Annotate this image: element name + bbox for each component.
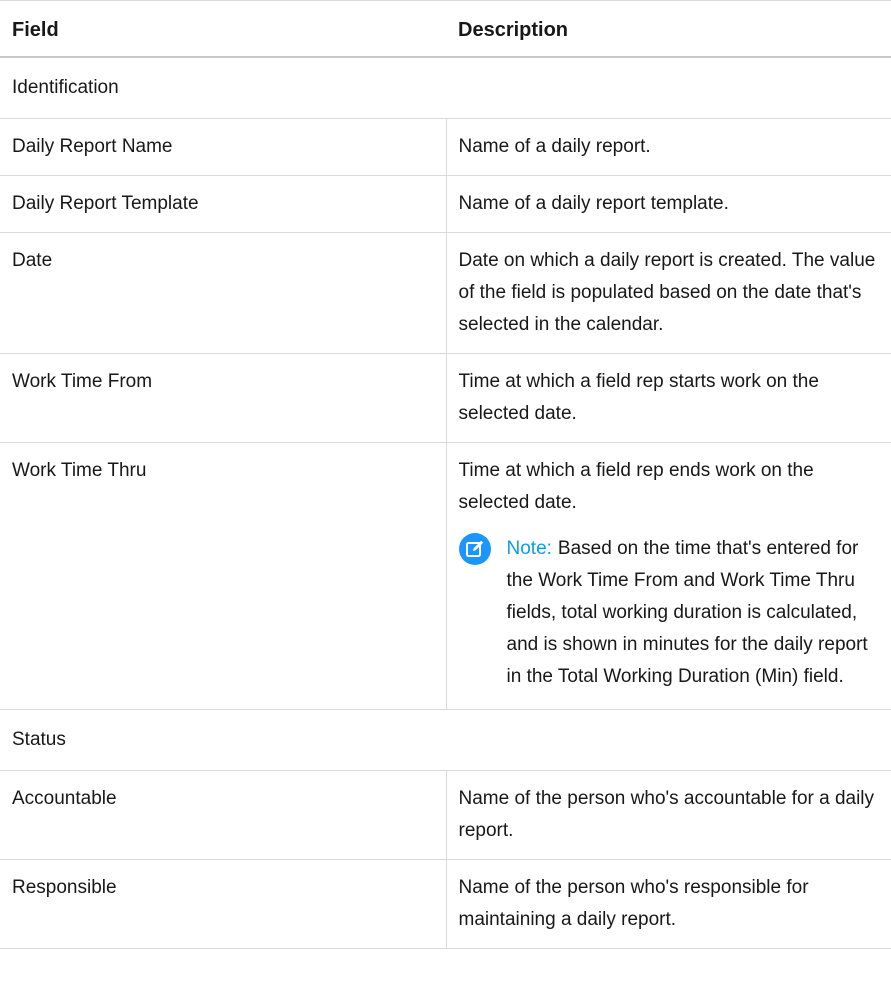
description-text: Name of the person who's responsible for… — [458, 877, 809, 930]
section-row: Identification — [0, 57, 891, 119]
description-text: Time at which a field rep starts work on… — [458, 371, 819, 424]
section-title: Status — [0, 709, 891, 771]
header-description: Description — [446, 0, 891, 58]
header-row: Field Description — [0, 0, 891, 58]
field-description-table: Field Description Identification Daily R… — [0, 0, 891, 949]
field-name: Daily Report Template — [0, 175, 447, 233]
field-description: Date on which a daily report is created.… — [446, 232, 891, 354]
note-label: Note: — [506, 538, 552, 559]
field-description: Time at which a field rep starts work on… — [446, 353, 891, 443]
section-row: Status — [0, 709, 891, 771]
edit-note-icon — [458, 533, 491, 565]
table-row: Accountable Name of the person who's acc… — [0, 770, 891, 860]
table-body: Identification Daily Report Name Name of… — [0, 57, 891, 949]
section-title: Identification — [0, 57, 891, 119]
table-row: Date Date on which a daily report is cre… — [0, 232, 891, 354]
field-description: Name of a daily report template. — [446, 175, 891, 233]
description-text: Name of a daily report template. — [458, 193, 729, 214]
field-description: Name of the person who's responsible for… — [446, 859, 891, 949]
table-row: Daily Report Template Name of a daily re… — [0, 175, 891, 233]
table-row: Work Time From Time at which a field rep… — [0, 353, 891, 443]
field-description: Time at which a field rep ends work on t… — [446, 442, 891, 710]
field-name: Responsible — [0, 859, 447, 949]
note-body: Note: Based on the time that's entered fo… — [507, 533, 880, 693]
field-name: Accountable — [0, 770, 447, 860]
field-description: Name of a daily report. — [446, 118, 891, 176]
description-text: Name of the person who's accountable for… — [458, 788, 875, 841]
field-name: Daily Report Name — [0, 118, 447, 176]
description-text: Name of a daily report. — [458, 136, 651, 157]
table-row: Daily Report Name Name of a daily report… — [0, 118, 891, 176]
table-row: Responsible Name of the person who's res… — [0, 859, 891, 949]
field-name: Work Time Thru — [0, 442, 447, 710]
field-name: Work Time From — [0, 353, 447, 443]
header-field: Field — [0, 0, 446, 58]
description-text: Date on which a daily report is created.… — [458, 250, 876, 335]
table-header: Field Description — [0, 0, 891, 58]
note-callout: Note: Based on the time that's entered fo… — [458, 533, 880, 697]
note-text: Based on the time that's entered for the… — [506, 538, 868, 687]
table-row: Work Time Thru Time at which a field rep… — [0, 442, 891, 710]
field-name: Date — [0, 232, 447, 354]
field-description: Name of the person who's accountable for… — [446, 770, 891, 860]
description-text: Time at which a field rep ends work on t… — [458, 460, 814, 513]
